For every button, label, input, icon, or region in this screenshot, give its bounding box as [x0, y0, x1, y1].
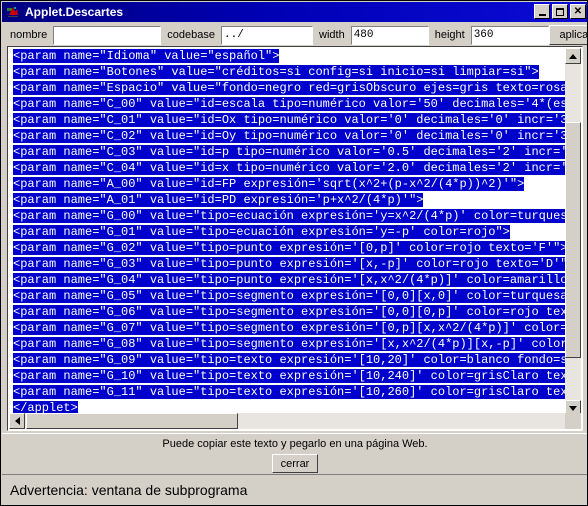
codebase-input[interactable]: [220, 24, 315, 46]
code-line: <param name="Idioma" value="español">: [9, 48, 280, 64]
code-line-text: <param name="G_02" value="tipo=punto exp…: [13, 241, 565, 255]
code-line: <param name="C_01" value="id=Ox tipo=num…: [9, 112, 565, 128]
scroll-up-icon: [569, 53, 577, 59]
code-line: <param name="G_00" value="tipo=ecuación …: [9, 208, 565, 224]
minimize-icon: [538, 13, 546, 16]
code-line-text: <param name="C_02" value="id=Oy tipo=num…: [13, 129, 565, 143]
apply-button[interactable]: aplicar: [548, 25, 587, 45]
code-line: <param name="G_08" value="tipo=segmento …: [9, 336, 565, 352]
code-line-text: <param name="G_10" value="tipo=texto exp…: [13, 369, 565, 383]
code-textarea[interactable]: <param name="Idioma" value="español"> <pa…: [7, 46, 583, 431]
code-line: <param name="A_00" value="id=FP expresió…: [9, 176, 525, 192]
footer-panel: Puede copiar este texto y pegarlo en una…: [2, 433, 587, 475]
code-line-text: <param name="C_03" value="id=p tipo=numé…: [13, 145, 565, 159]
code-line-text: <param name="A_01" value="id=PD expresió…: [13, 193, 424, 207]
height-input[interactable]: [469, 24, 550, 46]
height-label: height: [434, 29, 465, 41]
code-content[interactable]: <param name="Idioma" value="español"> <pa…: [9, 48, 565, 416]
code-line-text: <param name="G_09" value="tipo=texto exp…: [13, 353, 565, 367]
code-line-text: <param name="C_01" value="id=Ox tipo=num…: [13, 113, 565, 127]
code-line-text: <param name="G_00" value="tipo=ecuación …: [13, 209, 565, 223]
window-controls: ✕: [534, 4, 586, 19]
code-line-text: <param name="G_06" value="tipo=segmento …: [13, 305, 565, 319]
code-line-text: <param name="Espacio" value="fondo=negro…: [13, 81, 565, 95]
code-line: <param name="A_01" value="id=PD expresió…: [9, 192, 424, 208]
code-line: <param name="C_00" value="id=escala tipo…: [9, 96, 565, 112]
scroll-up-button[interactable]: [565, 48, 581, 64]
code-line: <param name="G_01" value="tipo=ecuación …: [9, 224, 510, 240]
code-line: <param name="Botones" value="créditos=si…: [9, 64, 539, 80]
scrollbar-corner: [565, 413, 581, 429]
scroll-left-icon: [14, 417, 20, 425]
maximize-button[interactable]: [552, 4, 568, 19]
code-line-text: <param name="G_05" value="tipo=segmento …: [13, 289, 565, 303]
code-line: <param name="Espacio" value="fondo=negro…: [9, 80, 565, 96]
codebase-label: codebase: [167, 29, 216, 41]
code-line: <param name="G_11" value="tipo=texto exp…: [9, 384, 565, 400]
vertical-scrollbar[interactable]: [565, 48, 581, 416]
code-line: <param name="G_03" value="tipo=punto exp…: [9, 256, 565, 272]
width-input[interactable]: [349, 24, 430, 46]
applet-window: Applet.Descartes ✕ nombre codebase width…: [0, 0, 588, 506]
minimize-button[interactable]: [534, 4, 550, 19]
maximize-icon: [556, 7, 564, 16]
vertical-scroll-thumb[interactable]: [565, 122, 581, 358]
nombre-label: nombre: [10, 29, 48, 41]
status-bar: Advertencia: ventana de subprograma: [2, 474, 587, 504]
code-line: <param name="G_10" value="tipo=texto exp…: [9, 368, 565, 384]
code-line: <param name="G_05" value="tipo=segmento …: [9, 288, 565, 304]
scroll-down-icon: [569, 405, 577, 411]
code-line-text: <param name="G_11" value="tipo=texto exp…: [13, 385, 565, 399]
code-line-text: <param name="Botones" value="créditos=si…: [13, 65, 539, 79]
horizontal-scrollbar[interactable]: [9, 413, 581, 429]
cerrar-button[interactable]: cerrar: [271, 454, 319, 473]
copy-hint-text: Puede copiar este texto y pegarlo en una…: [162, 438, 428, 450]
footer-button-row: cerrar: [2, 454, 587, 473]
code-line-text: <param name="G_03" value="tipo=punto exp…: [13, 257, 565, 271]
code-line-text: <param name="C_04" value="id=x tipo=numé…: [13, 161, 565, 175]
code-line: <param name="C_04" value="id=x tipo=numé…: [9, 160, 565, 176]
applet-icon: [5, 4, 21, 20]
status-message: Advertencia: ventana de subprograma: [10, 481, 248, 498]
code-line: <param name="G_07" value="tipo=segmento …: [9, 320, 565, 336]
close-button[interactable]: ✕: [570, 4, 586, 19]
horizontal-scroll-thumb[interactable]: [26, 413, 238, 429]
code-line: <param name="C_03" value="id=p tipo=numé…: [9, 144, 565, 160]
code-line: <param name="G_02" value="tipo=punto exp…: [9, 240, 565, 256]
code-line-text: <param name="C_00" value="id=escala tipo…: [13, 97, 565, 111]
close-icon: ✕: [573, 6, 583, 17]
scroll-left-button[interactable]: [9, 413, 25, 429]
code-line: <param name="G_09" value="tipo=texto exp…: [9, 352, 565, 368]
code-line-text: <param name="Idioma" value="español">: [13, 49, 280, 63]
code-line: <param name="C_02" value="id=Oy tipo=num…: [9, 128, 565, 144]
title-bar[interactable]: Applet.Descartes ✕: [2, 2, 587, 22]
code-line-text: <param name="G_01" value="tipo=ecuación …: [13, 225, 510, 239]
applet-toolbar: nombre codebase width height aplicar: [2, 22, 587, 48]
code-line: <param name="G_04" value="tipo=punto exp…: [9, 272, 565, 288]
width-label: width: [319, 29, 345, 41]
nombre-input[interactable]: [52, 24, 163, 46]
code-line-text: <param name="G_04" value="tipo=punto exp…: [13, 273, 565, 287]
code-line-text: <param name="A_00" value="id=FP expresió…: [13, 177, 525, 191]
window-title: Applet.Descartes: [25, 5, 124, 19]
code-line: <param name="G_06" value="tipo=segmento …: [9, 304, 565, 320]
code-line-text: <param name="G_08" value="tipo=segmento …: [13, 337, 565, 351]
code-line-text: <param name="G_07" value="tipo=segmento …: [13, 321, 565, 335]
